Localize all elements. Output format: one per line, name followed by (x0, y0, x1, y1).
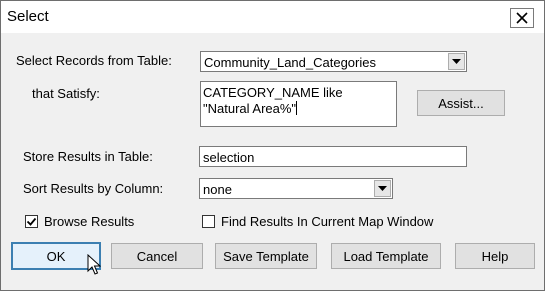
mouse-cursor-icon (87, 254, 101, 275)
expression-line: CATEGORY_NAME like (203, 85, 343, 100)
dialog-title: Select (7, 8, 49, 25)
satisfy-label: that Satisfy: (32, 86, 100, 101)
sort-column-value: none (203, 182, 232, 197)
table-select-value: Community_Land_Categories (204, 55, 376, 70)
expression-line: "Natural Area%" (203, 101, 298, 116)
chevron-down-icon (378, 185, 387, 191)
close-icon (516, 12, 528, 24)
store-label: Store Results in Table: (23, 149, 153, 164)
table-label: Select Records from Table: (16, 53, 172, 68)
table-select[interactable]: Community_Land_Categories (200, 51, 467, 72)
table-select-dropdown-button[interactable] (448, 53, 465, 70)
find-results-checkbox[interactable] (202, 215, 215, 228)
browse-results-checkbox[interactable] (25, 215, 38, 228)
text-caret (296, 101, 298, 115)
sort-column-dropdown-button[interactable] (374, 180, 391, 197)
chevron-down-icon (452, 58, 461, 64)
sort-column-select[interactable]: none (199, 178, 393, 199)
find-results-label: Find Results In Current Map Window (221, 214, 434, 229)
store-results-input[interactable]: selection (199, 146, 467, 167)
browse-results-label: Browse Results (44, 214, 135, 229)
sort-label: Sort Results by Column: (23, 181, 164, 196)
save-template-button[interactable]: Save Template (215, 243, 317, 269)
title-bar: Select (1, 1, 544, 33)
load-template-button[interactable]: Load Template (331, 243, 441, 269)
assist-button[interactable]: Assist... (417, 90, 505, 116)
select-dialog: Select Select Records from Table: Commun… (0, 0, 545, 291)
expression-textarea[interactable]: CATEGORY_NAME like "Natural Area%" (200, 81, 397, 127)
help-button[interactable]: Help (455, 243, 535, 269)
cancel-button[interactable]: Cancel (111, 243, 203, 269)
check-icon (26, 217, 37, 226)
store-results-value: selection (203, 150, 255, 165)
close-button[interactable] (510, 8, 534, 28)
